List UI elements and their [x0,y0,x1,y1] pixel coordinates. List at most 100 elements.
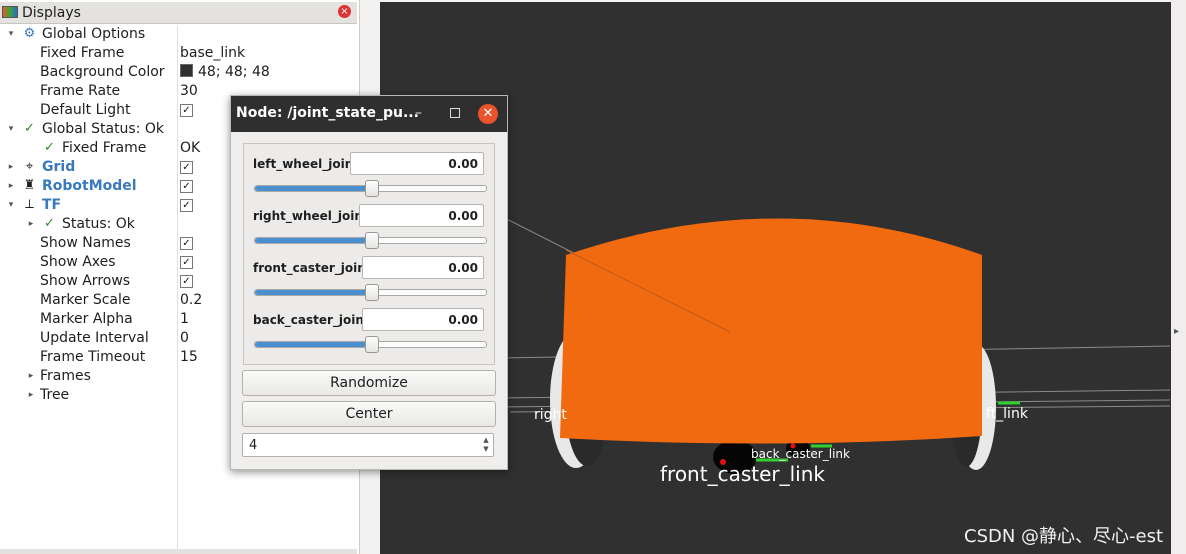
slider-handle[interactable] [365,180,379,197]
checkbox[interactable]: ✓ [180,199,193,212]
status-ok-icon: ✓ [44,216,55,231]
tree-row-label: Grid [42,159,76,175]
tree-row-label: Marker Alpha [40,311,133,327]
joint-slider[interactable] [254,336,487,353]
center-button[interactable]: Center [242,401,496,427]
expand-down-icon[interactable]: ▾ [6,121,16,138]
tree-row-value[interactable]: 0 [180,330,189,346]
joint-label: back_caster_joint [253,313,370,327]
checkbox[interactable]: ✓ [180,161,193,174]
minimize-icon[interactable]: – [415,105,422,121]
tree-row-label: TF [42,197,62,213]
slider-fill [255,290,371,295]
joint-value-input[interactable]: 0.00 [359,204,484,227]
expand-right-icon[interactable]: ▸ [26,368,36,385]
joint-value-input[interactable]: 0.00 [362,256,484,279]
tree-row-label: Global Options [42,26,146,42]
tree-row-value[interactable]: 30 [180,83,198,99]
dialog-titlebar[interactable]: Node: /joint_state_pu... – ✕ [231,96,507,132]
joint-state-publisher-dialog: Node: /joint_state_pu... – ✕ left_wheel_… [230,95,508,470]
checkbox[interactable]: ✓ [180,275,193,288]
tf-label-left-link: ft_link [986,406,1028,422]
expand-down-icon[interactable]: ▾ [6,26,16,43]
robot-icon: ♜ [23,178,36,193]
joints-group: left_wheel_joint 0.00 right_wheel_joint 0.0… [243,143,495,365]
tree-row-label: Default Light [40,102,131,118]
close-icon[interactable]: ✕ [478,104,498,124]
maximize-icon[interactable] [450,108,460,118]
slider-fill [255,342,371,347]
joint-value-input[interactable]: 0.00 [362,308,484,331]
tree-row-label: Frame Rate [40,83,121,99]
joint-slider[interactable] [254,232,487,249]
expand-down-icon[interactable]: ▾ [6,197,16,214]
axes-icon: ⟂ [25,197,34,212]
spinbox-arrows-icon[interactable]: ▲ ▼ [481,436,491,454]
tree-row-label: Show Arrows [40,273,131,289]
tree-row-label: Update Interval [40,330,149,346]
slider-handle[interactable] [365,232,379,249]
tree-row-label: Marker Scale [40,292,131,308]
tree-row-value[interactable]: base_link [180,45,245,61]
joint-label: left_wheel_joint [253,157,359,171]
tree-row-value[interactable]: 0.2 [180,292,202,308]
tree-row-label: Global Status: Ok [42,121,165,137]
tree-row-label: Fixed Frame [40,45,125,61]
gear-icon: ⚙ [23,26,36,41]
slider-handle[interactable] [365,284,379,301]
close-icon[interactable]: × [338,5,351,18]
displays-title: Displays [22,5,81,21]
tree-row-label: Fixed Frame [62,140,147,156]
tree-row-label: Status: Ok [62,216,135,232]
randomize-button[interactable]: Randomize [242,370,496,396]
tree-row-label: Show Axes [40,254,116,270]
expand-right-icon[interactable]: ▸ [26,387,36,404]
right-dock-edge[interactable]: ▸ [1171,0,1186,554]
robot-body [560,218,982,444]
dialog-title: Node: /joint_state_pu... [236,105,419,121]
color-value: 48; 48; 48 [198,64,270,80]
joint-slider[interactable] [254,180,487,197]
tf-label-back-caster: back_caster_link [751,447,850,461]
collapse-arrow-icon[interactable]: ▸ [1174,326,1179,337]
tree-row-value[interactable]: 48; 48; 48 [180,64,270,80]
tree-row-label: Frames [40,368,91,384]
status-ok-icon: ✓ [44,140,55,155]
tf-label-right: right [534,407,567,423]
slider-handle[interactable] [365,336,379,353]
slider-fill [255,238,371,243]
tree-row[interactable]: Fixed Frame base_link [0,44,357,63]
joint-slider[interactable] [254,284,487,301]
joint-value-input[interactable]: 0.00 [350,152,484,175]
tree-row-label: Tree [40,387,70,403]
tf-label-front-caster: front_caster_link [660,462,825,486]
checkbox[interactable]: ✓ [180,256,193,269]
tree-row-value[interactable]: 1 [180,311,189,327]
status-ok-icon: ✓ [24,121,35,136]
joint-label: right_wheel_joint [253,209,369,223]
displays-titlebar: Displays × [0,2,357,24]
expand-right-icon[interactable]: ▸ [26,216,36,233]
expand-right-icon[interactable]: ▸ [6,159,16,176]
checkbox[interactable]: ✓ [180,180,193,193]
tree-row-value[interactable]: OK [180,140,200,156]
monitor-icon [2,6,18,18]
tree-row-value[interactable]: 15 [180,349,198,365]
joint-label: front_caster_joint [253,261,372,275]
checkbox[interactable]: ✓ [180,104,193,117]
tree-row-label: RobotModel [42,178,137,194]
watermark: CSDN @静心、尽心-est [964,526,1164,547]
spinbox-value: 4 [249,438,258,453]
tree-row[interactable]: ▾ ⚙ Global Options [0,25,357,44]
slider-fill [255,186,371,191]
grid-icon: ⌖ [25,159,34,174]
columns-spinbox[interactable]: 4 ▲ ▼ [242,433,494,457]
checkbox[interactable]: ✓ [180,237,193,250]
expand-right-icon[interactable]: ▸ [6,178,16,195]
panel-resize-grip[interactable] [0,549,357,554]
tree-row[interactable]: Background Color 48; 48; 48 [0,63,357,82]
tree-row-label: Frame Timeout [40,349,146,365]
tree-row-label: Background Color [40,64,165,80]
tree-row-label: Show Names [40,235,131,251]
color-swatch [180,64,193,77]
